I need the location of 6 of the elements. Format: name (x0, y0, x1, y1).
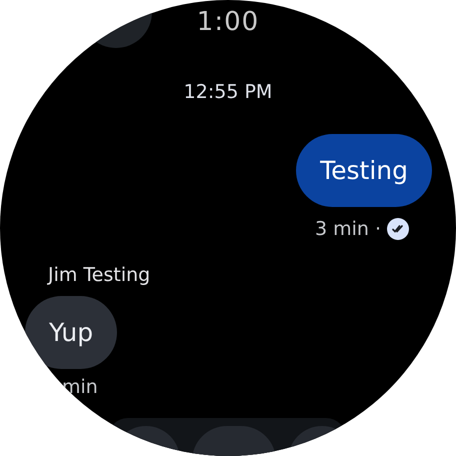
message-time: 3 min · (314, 217, 381, 241)
timestamp: 12:55 PM (184, 80, 272, 105)
sender-name: Jim Testing (46, 263, 152, 288)
message-bubble[interactable]: Yup (25, 296, 118, 369)
message-bubble[interactable]: Testing (296, 134, 432, 207)
clock: 1:00 (196, 7, 260, 37)
